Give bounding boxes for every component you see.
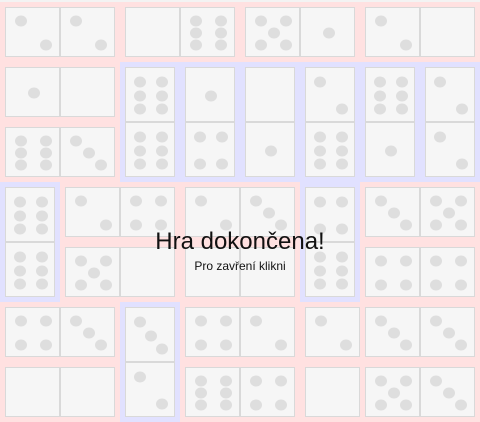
close-hint: Pro zavření klikni <box>194 259 286 273</box>
game-over-overlay[interactable]: Hra dokončena! Pro zavření klikni <box>0 0 480 420</box>
game-over-message: Hra dokončena! Pro zavření klikni <box>0 228 480 273</box>
game-over-title: Hra dokončena! <box>155 228 325 255</box>
